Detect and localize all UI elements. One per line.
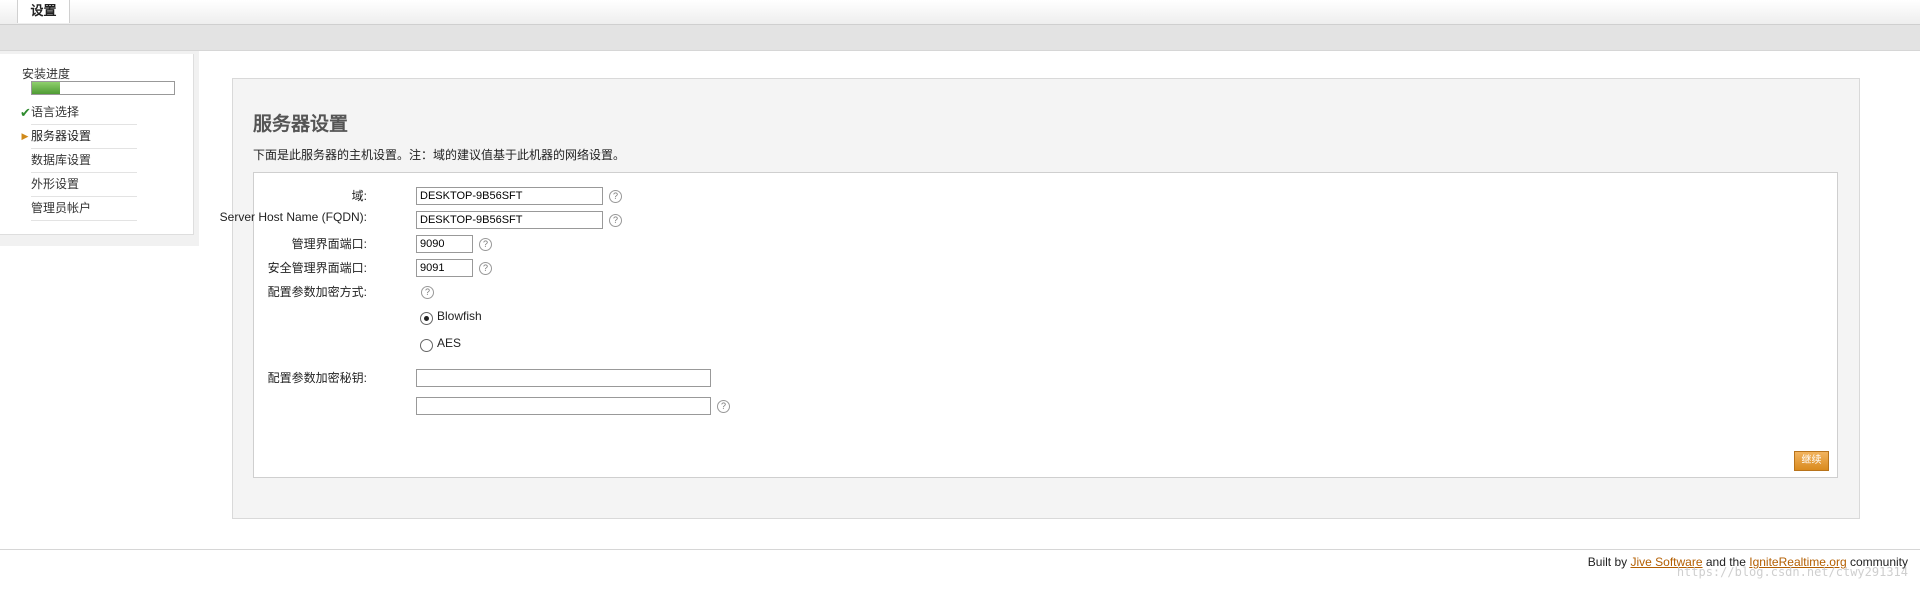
help-icon[interactable]: ? — [479, 238, 492, 251]
help-icon[interactable]: ? — [479, 262, 492, 275]
watermark: https://blog.csdn.net/ctwy291314 — [1676, 565, 1908, 579]
help-icon[interactable]: ? — [421, 286, 434, 299]
encryption-method-label: 配置参数加密方式: — [267, 285, 367, 299]
checkmark-icon: ✔ — [20, 105, 31, 120]
sub-header-band — [0, 25, 1920, 51]
fqdn-input[interactable] — [416, 211, 603, 229]
progress-bar — [31, 81, 175, 95]
encryption-key-confirm-input[interactable] — [416, 397, 711, 415]
sidebar-item-label: 语言选择 — [31, 105, 80, 119]
admin-port-input[interactable] — [416, 235, 473, 253]
domain-label: 域: — [351, 189, 367, 203]
sidebar-item-label: 管理员帐户 — [31, 201, 92, 215]
server-settings-form: 域: ? Server Host Name (FQDN): ? 管理界面端口: … — [220, 172, 1838, 478]
sidebar-item-language: ✔ 语言选择 — [20, 101, 137, 125]
encryption-key-label: 配置参数加密秘钥: — [267, 371, 367, 385]
secure-admin-port-label: 安全管理界面端口: — [267, 261, 367, 275]
page-description: 下面是此服务器的主机设置。注：域的建议值基于此机器的网络设置。 — [253, 148, 626, 162]
help-icon[interactable]: ? — [717, 400, 730, 413]
sidebar-item-server-settings: ▶ 服务器设置 — [22, 125, 137, 149]
progress-label: 安装进度 — [22, 67, 71, 81]
sidebar-container: 安装进度 ✔ 语言选择 ▶ 服务器设置 数据库设置 外形设置 管理员帐户 — [0, 51, 199, 246]
aes-radio[interactable] — [420, 339, 433, 352]
help-icon[interactable]: ? — [609, 214, 622, 227]
secure-admin-port-input[interactable] — [416, 259, 473, 277]
sidebar-item-profile: 外形设置 — [31, 173, 137, 197]
page-title: 服务器设置 — [253, 114, 349, 135]
continue-button[interactable]: 继续 — [1794, 451, 1829, 471]
help-icon[interactable]: ? — [609, 190, 622, 203]
sidebar-item-label: 数据库设置 — [31, 153, 92, 167]
footer-prefix: Built by — [1587, 555, 1628, 569]
domain-input[interactable] — [416, 187, 603, 205]
main-content: 服务器设置 下面是此服务器的主机设置。注：域的建议值基于此机器的网络设置。 域:… — [220, 78, 1860, 519]
blowfish-radio[interactable] — [420, 312, 433, 325]
aes-label: AES — [437, 336, 462, 350]
encryption-key-input[interactable] — [416, 369, 711, 387]
tab-settings[interactable]: 设置 — [17, 0, 70, 23]
fqdn-label: Server Host Name (FQDN): — [219, 210, 367, 224]
sidebar: 安装进度 ✔ 语言选择 ▶ 服务器设置 数据库设置 外形设置 管理员帐户 — [0, 54, 194, 235]
progress-fill — [32, 82, 61, 94]
sidebar-item-label: 服务器设置 — [31, 129, 92, 143]
top-bar: 设置 — [0, 0, 1920, 25]
sidebar-item-database: 数据库设置 — [31, 149, 137, 173]
sidebar-item-admin-account: 管理员帐户 — [31, 197, 137, 221]
arrow-right-icon: ▶ — [21, 131, 29, 141]
admin-port-label: 管理界面端口: — [291, 237, 367, 251]
footer-divider — [0, 549, 1920, 550]
blowfish-label: Blowfish — [437, 309, 482, 323]
sidebar-item-label: 外形设置 — [31, 177, 80, 191]
